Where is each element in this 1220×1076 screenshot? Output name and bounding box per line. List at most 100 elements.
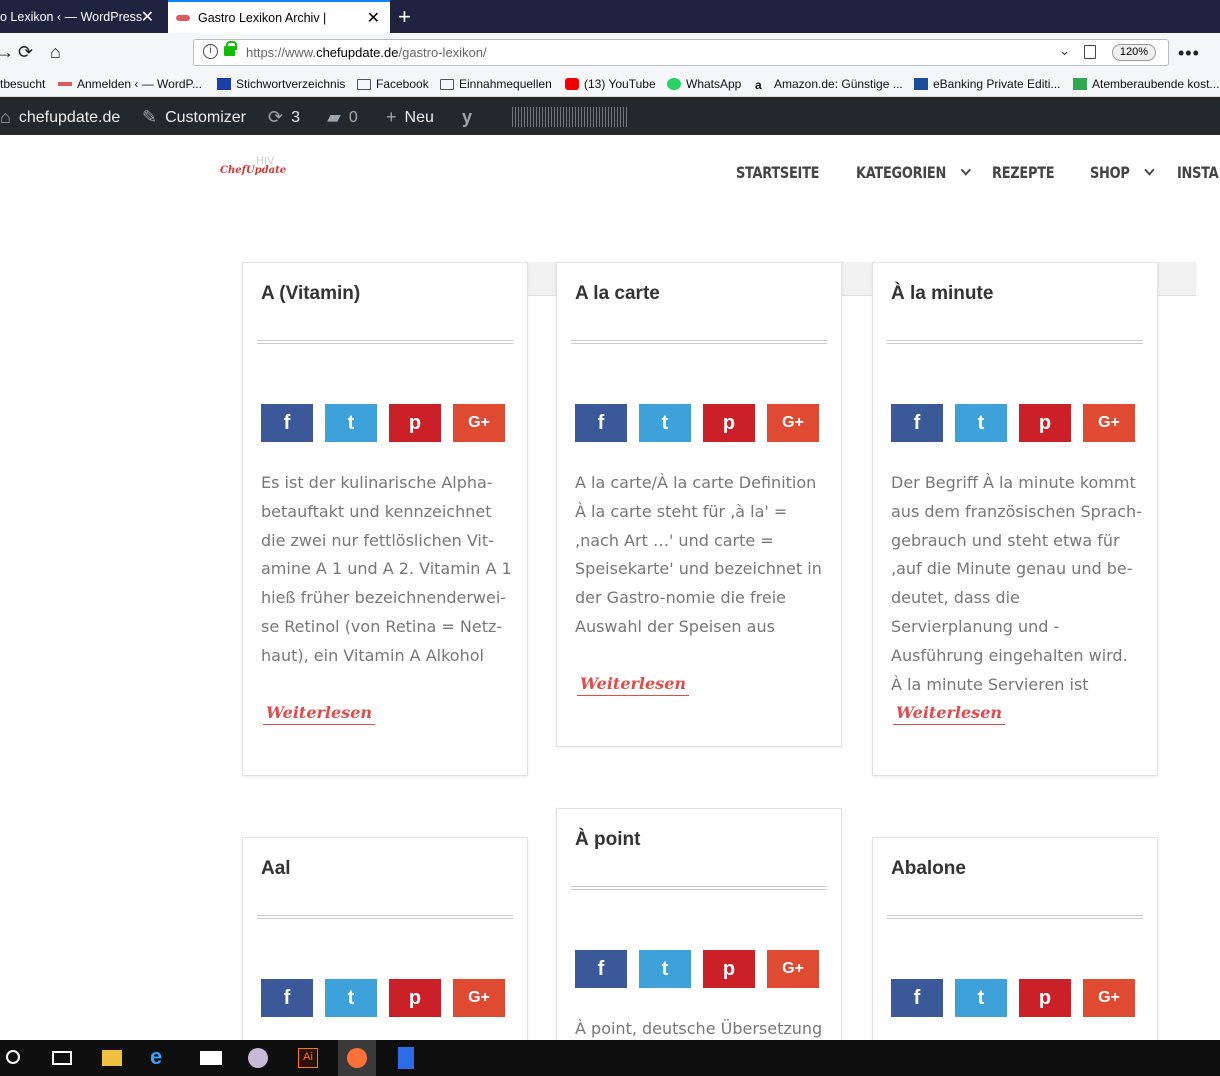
paint-icon[interactable]	[248, 1048, 268, 1068]
twitter-share-button[interactable]: t	[325, 979, 377, 1017]
share-buttons: f t p G+	[575, 404, 819, 442]
pinterest-share-button[interactable]: p	[1019, 979, 1071, 1017]
close-icon[interactable]: ✕	[141, 7, 154, 27]
facebook-share-button[interactable]: f	[575, 950, 627, 988]
twitter-share-button[interactable]: t	[639, 404, 691, 442]
reload-icon[interactable]: ⟳	[18, 42, 33, 63]
firefox-icon[interactable]	[347, 1048, 367, 1068]
card-excerpt: Es ist der kulinarische Alpha-betauftakt…	[261, 473, 512, 665]
bookmark-item[interactable]: tbesucht	[0, 77, 45, 91]
close-icon[interactable]: ✕	[367, 8, 380, 28]
menu-item-shop[interactable]: SHOP	[1090, 163, 1155, 182]
new-tab-button[interactable]: +	[398, 4, 411, 30]
googleplus-share-button[interactable]: G+	[453, 404, 505, 442]
reader-view-icon[interactable]	[1084, 45, 1096, 59]
bookmark-item[interactable]: Anmelden ‹ — WordP...	[58, 77, 202, 91]
pinterest-share-button[interactable]: p	[389, 979, 441, 1017]
menu-item-kategorien[interactable]: KATEGORIEN	[856, 163, 971, 182]
facebook-share-button[interactable]: f	[575, 404, 627, 442]
facebook-share-button[interactable]: f	[261, 979, 313, 1017]
card-title[interactable]: Abalone	[891, 858, 966, 880]
bookmark-item[interactable]: Atemberaubende kost...	[1073, 77, 1219, 91]
read-more-link[interactable]: Weiterlesen	[893, 703, 1005, 725]
bookmark-item[interactable]: a Amazon.de: Günstige ...	[755, 77, 903, 92]
wp-admin-bar: ⌂ chefupdate.de ✎ Customizer ⟳ 3 ▰ 0 + Neu y	[0, 97, 1220, 135]
comments-link[interactable]: ▰ 0	[327, 107, 358, 128]
edge-icon[interactable]: e	[150, 1044, 170, 1069]
share-buttons: f t p G+	[575, 950, 819, 988]
card-excerpt: Der Begriff À la minute kommt aus dem fr…	[891, 473, 1142, 694]
pinterest-share-button[interactable]: p	[703, 950, 755, 988]
tab-gastro-lexikon[interactable]: Gastro Lexikon Archiv | ✕	[168, 0, 390, 33]
site-name-link[interactable]: ⌂ chefupdate.de	[0, 107, 120, 128]
new-content-link[interactable]: + Neu	[386, 107, 434, 128]
facebook-share-button[interactable]: f	[891, 979, 943, 1017]
googleplus-share-button[interactable]: G+	[1083, 979, 1135, 1017]
card-title[interactable]: À la minute	[891, 283, 993, 305]
search-icon[interactable]	[6, 1050, 20, 1064]
page-actions-menu[interactable]: •••	[1178, 43, 1200, 64]
bookmark-item[interactable]: Einnahmequellen	[440, 77, 552, 91]
task-view-icon[interactable]	[52, 1051, 72, 1065]
share-buttons: f t p G+	[891, 979, 1135, 1017]
googleplus-share-button[interactable]: G+	[453, 979, 505, 1017]
customizer-link[interactable]: ✎ Customizer	[142, 107, 246, 128]
zoom-level[interactable]: 120%	[1112, 44, 1156, 61]
bookmark-item[interactable]: eBanking Private Editi...	[914, 77, 1060, 91]
googleplus-share-button[interactable]: G+	[767, 404, 819, 442]
bookmark-item[interactable]: WhatsApp	[667, 77, 741, 91]
home-icon[interactable]: ⌂	[50, 42, 61, 63]
lock-icon	[224, 41, 237, 56]
pinterest-share-button[interactable]: p	[703, 404, 755, 442]
googleplus-share-button[interactable]: G+	[767, 950, 819, 988]
menu-item-insta[interactable]: INSTA	[1177, 163, 1219, 182]
logo-ghost-text: HIV	[256, 155, 275, 167]
twitter-share-button[interactable]: t	[955, 404, 1007, 442]
facebook-share-button[interactable]: f	[891, 404, 943, 442]
twitter-share-button[interactable]: t	[325, 404, 377, 442]
card-title[interactable]: À point	[575, 829, 640, 851]
lexikon-card: À point f t p G+ À point, deutsche Übers…	[556, 808, 842, 1040]
docs-icon[interactable]	[398, 1047, 414, 1069]
site-logo[interactable]: ChefUpdate	[220, 165, 286, 176]
navigation-bar: → ⟳ ⌂ i https://www.chefupdate.de/gastro…	[0, 33, 1220, 73]
card-title[interactable]: A (Vitamin)	[261, 283, 360, 305]
yoast-icon[interactable]: y	[462, 107, 480, 128]
stats-sparkline[interactable]	[512, 107, 627, 127]
home-icon: ⌂	[0, 107, 11, 127]
pinterest-share-button[interactable]: p	[1019, 404, 1071, 442]
divider	[887, 915, 1143, 919]
lexikon-card: A la carte f t p G+ A la carte/À la cart…	[556, 262, 842, 747]
twitter-share-button[interactable]: t	[955, 979, 1007, 1017]
pinterest-share-button[interactable]: p	[389, 404, 441, 442]
info-icon[interactable]: i	[203, 44, 218, 59]
bookmark-item[interactable]: (13) YouTube	[565, 77, 656, 91]
bookmark-item[interactable]: Stichwortverzeichnis	[217, 77, 345, 91]
menu-item-rezepte[interactable]: REZEPTE	[992, 163, 1055, 182]
read-more-link[interactable]: Weiterlesen	[263, 703, 375, 725]
bookmarks-bar: tbesucht Anmelden ‹ — WordP... Stichwort…	[0, 73, 1220, 97]
forward-arrow-icon[interactable]: →	[0, 42, 14, 63]
googleplus-share-button[interactable]: G+	[1083, 404, 1135, 442]
menu-item-startseite[interactable]: STARTSEITE	[736, 163, 820, 182]
facebook-share-button[interactable]: f	[261, 404, 313, 442]
file-explorer-icon[interactable]	[102, 1050, 122, 1066]
url-text[interactable]: https://www.chefupdate.de/gastro-lexikon…	[246, 45, 487, 60]
chevron-down-icon[interactable]: ⌄	[1059, 43, 1070, 59]
read-more-link[interactable]: Weiterlesen	[577, 674, 689, 696]
mail-icon[interactable]	[200, 1051, 222, 1065]
url-bar[interactable]: i https://www.chefupdate.de/gastro-lexik…	[193, 39, 1169, 66]
chefupdate-icon	[58, 82, 72, 86]
illustrator-icon[interactable]: Ai	[298, 1048, 318, 1068]
card-title[interactable]: Aal	[261, 858, 291, 880]
card-title[interactable]: A la carte	[575, 283, 660, 305]
tab-wordpress[interactable]: o Lexikon ‹ — WordPress ✕	[0, 0, 164, 33]
chefupdate-favicon-icon	[176, 14, 190, 21]
bookmark-item[interactable]: Facebook	[357, 77, 429, 91]
whatsapp-icon	[667, 78, 681, 90]
card-excerpt: À point, deutsche Übersetzung	[575, 1019, 823, 1038]
amazon-icon: a	[755, 78, 762, 92]
twitter-share-button[interactable]: t	[639, 950, 691, 988]
windows-taskbar: e Ai	[0, 1040, 1220, 1076]
updates-link[interactable]: ⟳ 3	[268, 107, 300, 128]
